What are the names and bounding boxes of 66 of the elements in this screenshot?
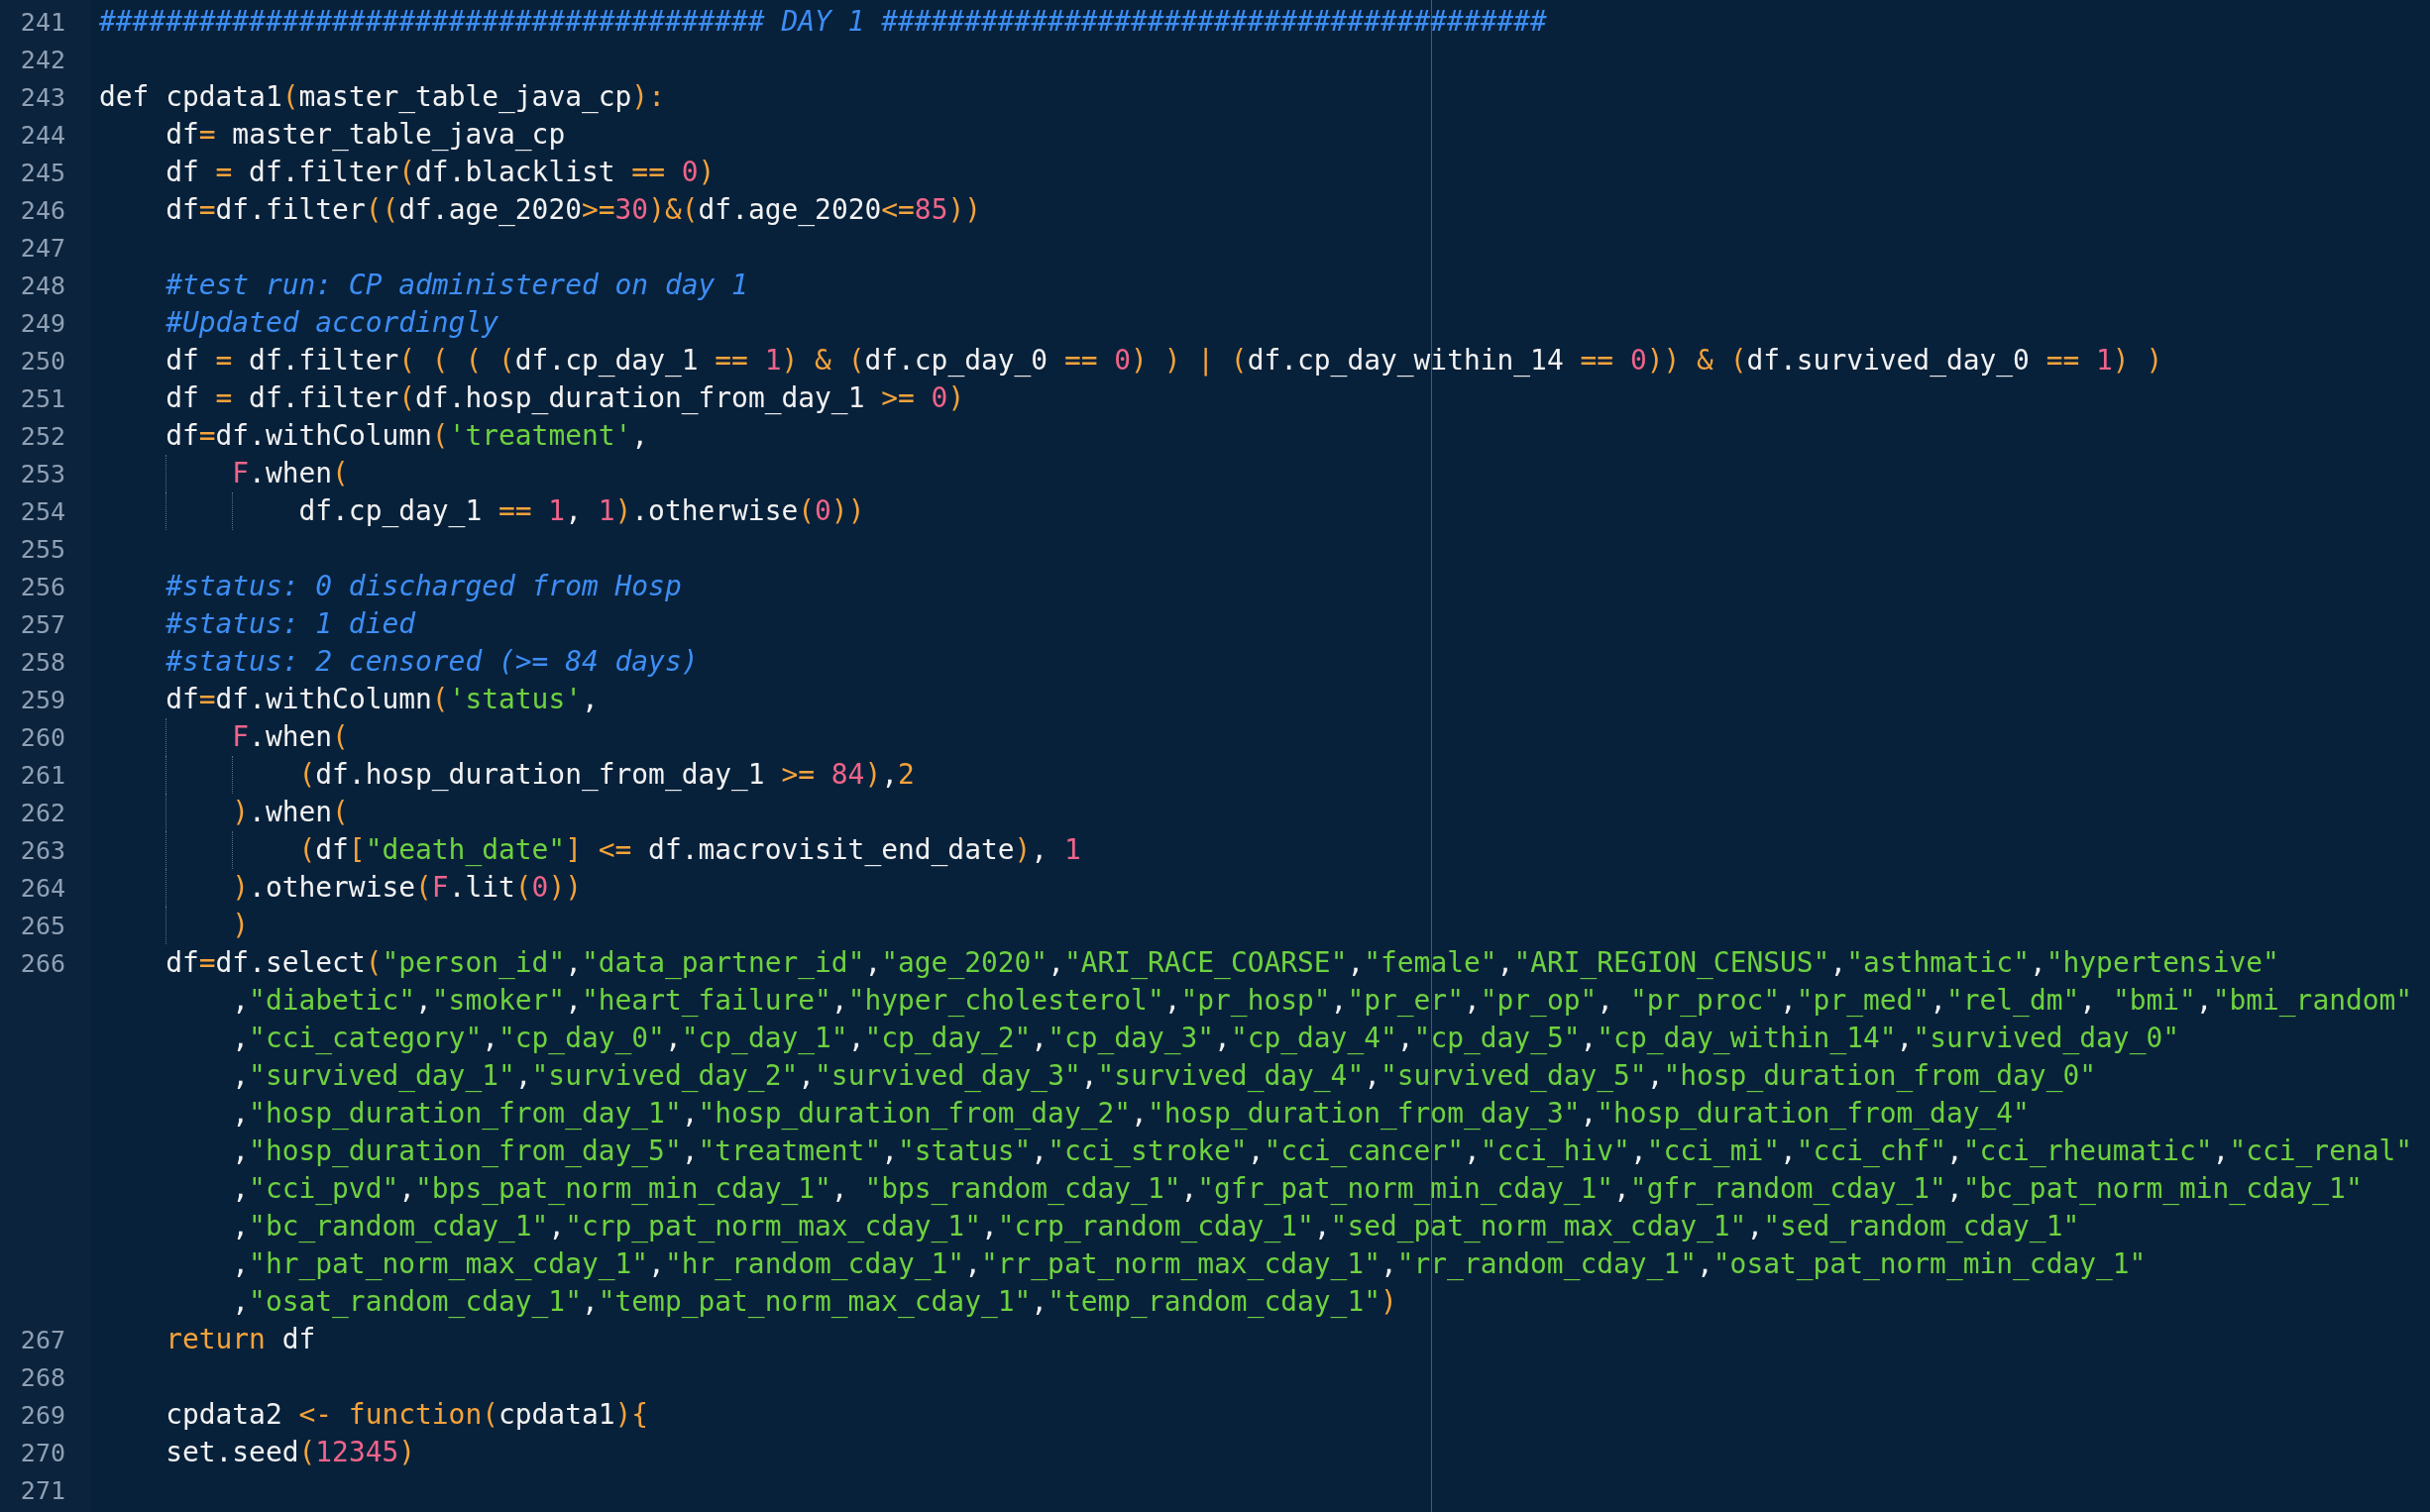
line-number: 269	[19, 1400, 65, 1430]
line-number: 242	[19, 45, 65, 74]
code-line: ######################################## DAY 1 ########################################	[99, 4, 1547, 40]
line-number: 255	[19, 534, 65, 564]
code-line: (df.hosp_duration_from_day_1 >= 84),2	[99, 756, 915, 794]
code-line: df = df.filter( ( ( (df.cp_day_1 == 1) & (df.cp_day_0 == 0) ) | (df.cp_day_within_14 == 0)) & (df.survived_day_0 == 1) )	[165, 343, 2163, 378]
code-line: df = df.filter(df.blacklist == 0)	[165, 155, 716, 190]
code-line: ,"survived_day_1","survived_day_2","survived_day_3","survived_day_4","survived_day_5","hosp_duration_from_day_0"	[231, 1058, 2097, 1094]
line-number: 247	[19, 233, 65, 263]
code-line: #status: 2 censored (>= 84 days)	[165, 644, 699, 680]
code-line: df=df.withColumn('treatment',	[165, 418, 649, 454]
line-number: 270	[19, 1438, 65, 1467]
line-number: 268	[19, 1362, 65, 1392]
line-number: 256	[19, 572, 65, 601]
code-line: ,"diabetic","smoker","heart_failure","hyper_cholesterol","pr_hosp","pr_er","pr_op", "pr_proc","pr_med","rel_dm", "bmi","bmi_random"	[231, 983, 2413, 1019]
code-line: ,"hosp_duration_from_day_1","hosp_duration_from_day_2","hosp_duration_from_day_3","hosp_duration_from_day_4"	[231, 1096, 2030, 1132]
code-line: cpdata2 <- function(cpdata1){	[165, 1397, 649, 1433]
code-line: ).when(	[99, 794, 349, 831]
code-line: #Updated accordingly	[165, 305, 498, 341]
code-line: ,"cci_category","cp_day_0","cp_day_1","cp_day_2","cp_day_3","cp_day_4","cp_day_5","cp_day_within_14","survived_day_0"	[231, 1021, 2180, 1056]
code-line: ,"hosp_duration_from_day_5","treatment","status","cci_stroke","cci_cancer","cci_hiv","cci_mi","cci_chf","cci_rheumatic","cci_renal"	[231, 1134, 2413, 1169]
code-line: ).otherwise(F.lit(0))	[99, 869, 582, 907]
code-line: df=df.withColumn('status',	[165, 682, 599, 717]
code-line: #test run: CP administered on day 1	[165, 268, 748, 303]
line-number: 262	[19, 798, 65, 827]
line-number: 257	[19, 609, 65, 639]
line-number: 271	[19, 1475, 65, 1505]
line-number: 263	[19, 835, 65, 865]
line-number: 265	[19, 911, 65, 940]
line-number: 245	[19, 158, 65, 187]
code-line: df=df.filter((df.age_2020>=30)&(df.age_2020<=85))	[165, 192, 982, 228]
code-line: def cpdata1(master_table_java_cp):	[99, 79, 665, 115]
line-number: 254	[19, 496, 65, 526]
line-number: 248	[19, 270, 65, 300]
line-number: 267	[19, 1325, 65, 1354]
code-line: #status: 1 died	[165, 606, 416, 642]
line-number: 250	[19, 346, 65, 376]
line-number: 264	[19, 873, 65, 903]
line-number: 251	[19, 383, 65, 413]
code-line: ,"bc_random_cday_1","crp_pat_norm_max_cday_1","crp_random_cday_1","sed_pat_norm_max_cday_1","sed_random_cday_1"	[231, 1209, 2080, 1244]
code-line: F.when(	[99, 455, 349, 492]
code-line: df= master_table_java_cp	[165, 117, 566, 153]
code-line: ,"hr_pat_norm_max_cday_1","hr_random_cday_1","rr_pat_norm_max_cday_1","rr_random_cday_1","osat_pat_norm_min_cday_1"	[231, 1246, 2147, 1282]
code-line: #status: 0 discharged from Hosp	[165, 569, 682, 604]
code-line: ,"osat_random_cday_1","temp_pat_norm_max_cday_1","temp_random_cday_1")	[231, 1284, 1397, 1320]
line-number: 241	[19, 7, 65, 37]
line-number: 266	[19, 948, 65, 978]
code-line: return df	[165, 1322, 316, 1357]
line-number: 261	[19, 760, 65, 790]
code-line: df = df.filter(df.hosp_duration_from_day_1 >= 0)	[165, 380, 965, 416]
line-number: 259	[19, 685, 65, 714]
code-line: set.seed(12345)	[165, 1435, 416, 1470]
code-line: F.when(	[99, 718, 349, 756]
line-number: 260	[19, 722, 65, 752]
code-line: df=df.select("person_id","data_partner_id","age_2020","ARI_RACE_COARSE","female","ARI_REGION_CENSUS","asthmatic","hypertensive"	[165, 945, 2279, 981]
code-line: df.cp_day_1 == 1, 1).otherwise(0))	[99, 492, 865, 530]
code-line: ,"cci_pvd","bps_pat_norm_min_cday_1", "bps_random_cday_1","gfr_pat_norm_min_cday_1","gfr_random_cday_1","bc_pat_norm_min_cday_1"	[231, 1171, 2363, 1207]
code-line: )	[99, 907, 250, 944]
line-number: 244	[19, 120, 65, 150]
line-number: 252	[19, 421, 65, 451]
code-line: (df["death_date"] <= df.macrovisit_end_date), 1	[99, 831, 1081, 869]
line-number: 246	[19, 195, 65, 225]
line-number: 253	[19, 459, 65, 488]
line-number: 243	[19, 82, 65, 112]
line-number: 249	[19, 308, 65, 338]
line-number: 258	[19, 647, 65, 677]
